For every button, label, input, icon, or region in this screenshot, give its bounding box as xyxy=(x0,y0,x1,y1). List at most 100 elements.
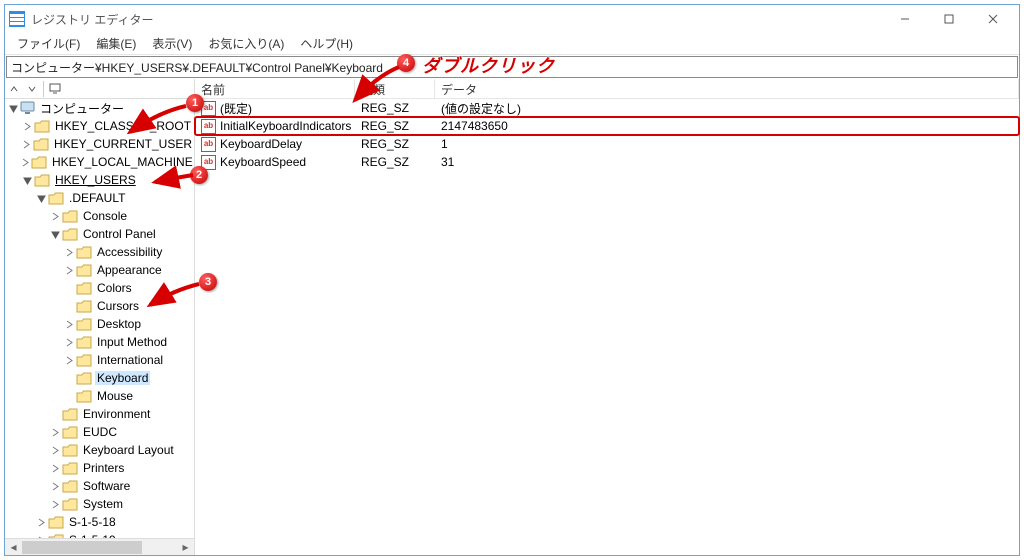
chevron-right-icon[interactable] xyxy=(49,210,61,222)
menu-view[interactable]: 表示(V) xyxy=(144,33,200,54)
tree-item-accessibility[interactable]: Accessibility xyxy=(61,243,194,261)
menu-edit[interactable]: 編集(E) xyxy=(88,33,144,54)
chevron-right-icon[interactable] xyxy=(21,156,30,168)
chevron-right-icon[interactable] xyxy=(63,264,75,276)
annotation-arrow-4 xyxy=(349,64,404,106)
string-value-icon: ab xyxy=(201,119,216,134)
tree-item-keyboard[interactable]: Keyboard xyxy=(61,369,194,387)
chevron-right-icon[interactable] xyxy=(49,498,61,510)
annotation-arrow-1 xyxy=(124,104,194,144)
tree-label: Mouse xyxy=(95,389,135,403)
folder-icon xyxy=(62,426,78,439)
tree-item-input-method[interactable]: Input Method xyxy=(61,333,194,351)
list-header: 名前 種類 データ xyxy=(195,79,1019,99)
string-value-icon: ab xyxy=(201,137,216,152)
tree-label: .DEFAULT xyxy=(67,191,127,205)
tree-label: Accessibility xyxy=(95,245,164,259)
folder-icon xyxy=(76,390,92,403)
chevron-right-icon[interactable] xyxy=(63,318,75,330)
chevron-right-icon[interactable] xyxy=(35,534,47,538)
chevron-down-icon[interactable] xyxy=(7,102,19,114)
computer-icon xyxy=(20,101,35,115)
chevron-down-icon[interactable] xyxy=(21,174,33,186)
tree-label: Input Method xyxy=(95,335,169,349)
tree-item-eudc[interactable]: EUDC xyxy=(47,423,194,441)
tree-scrollbar-x[interactable]: ◂ ▸ xyxy=(5,538,194,555)
tree-label: Desktop xyxy=(95,317,143,331)
chevron-right-icon[interactable] xyxy=(49,444,61,456)
value-data: 31 xyxy=(435,155,1019,169)
minimize-button[interactable] xyxy=(883,5,927,33)
list-row[interactable]: abInitialKeyboardIndicatorsREG_SZ2147483… xyxy=(195,117,1019,135)
collapse-all-icon[interactable] xyxy=(5,80,23,98)
folder-icon xyxy=(76,372,92,385)
folder-icon xyxy=(34,120,50,133)
folder-icon xyxy=(62,210,78,223)
tree-label: EUDC xyxy=(81,425,119,439)
titlebar: レジストリ エディター xyxy=(5,5,1019,33)
chevron-right-icon[interactable] xyxy=(63,246,75,258)
list-row[interactable]: ab(既定)REG_SZ(値の設定なし) xyxy=(195,99,1019,117)
chevron-down-icon[interactable] xyxy=(49,228,61,240)
folder-icon xyxy=(48,534,64,539)
chevron-right-icon[interactable] xyxy=(35,516,47,528)
annotation-text: ダブルクリック xyxy=(422,52,555,78)
chevron-down-icon[interactable] xyxy=(35,192,47,204)
expand-all-icon[interactable] xyxy=(23,80,41,98)
value-data: 1 xyxy=(435,137,1019,151)
menu-help[interactable]: ヘルプ(H) xyxy=(292,33,361,54)
list-row[interactable]: abKeyboardSpeedREG_SZ31 xyxy=(195,153,1019,171)
value-type: REG_SZ xyxy=(355,137,435,151)
value-name: InitialKeyboardIndicators xyxy=(220,119,351,133)
list-row[interactable]: abKeyboardDelayREG_SZ1 xyxy=(195,135,1019,153)
folder-icon xyxy=(62,228,78,241)
column-data[interactable]: データ xyxy=(435,79,1019,98)
menu-file[interactable]: ファイル(F) xyxy=(9,33,88,54)
folder-icon xyxy=(76,336,92,349)
chevron-right-icon[interactable] xyxy=(49,462,61,474)
folder-icon xyxy=(76,264,92,277)
tree-label: System xyxy=(81,497,125,511)
tree-item-printers[interactable]: Printers xyxy=(47,459,194,477)
value-type: REG_SZ xyxy=(355,119,435,133)
tree-item-hklm[interactable]: HKEY_LOCAL_MACHINE xyxy=(19,153,194,171)
folder-icon xyxy=(31,156,47,169)
tree-item-environment[interactable]: Environment xyxy=(47,405,194,423)
scroll-right-icon[interactable]: ▸ xyxy=(177,539,194,556)
column-name[interactable]: 名前 xyxy=(195,79,355,98)
chevron-right-icon[interactable] xyxy=(49,480,61,492)
tree-item-console[interactable]: Console xyxy=(47,207,194,225)
close-button[interactable] xyxy=(971,5,1015,33)
tree-item-control-panel[interactable]: Control Panel xyxy=(47,225,194,243)
chevron-right-icon[interactable] xyxy=(63,336,75,348)
pc-icon[interactable] xyxy=(46,80,64,98)
string-value-icon: ab xyxy=(201,101,216,116)
folder-icon xyxy=(48,192,64,205)
tree-item-international[interactable]: International xyxy=(61,351,194,369)
value-data: (値の設定なし) xyxy=(435,100,1019,117)
menu-favorites[interactable]: お気に入り(A) xyxy=(200,33,292,54)
chevron-right-icon[interactable] xyxy=(21,120,33,132)
tree-label: HKEY_USERS xyxy=(53,173,138,187)
folder-icon xyxy=(48,516,64,529)
tree-item-keyboard-layout[interactable]: Keyboard Layout xyxy=(47,441,194,459)
tree-label: S-1-5-19 xyxy=(67,533,118,538)
tree-item-software[interactable]: Software xyxy=(47,477,194,495)
annotation-arrow-2 xyxy=(149,172,197,190)
tree-item-system[interactable]: System xyxy=(47,495,194,513)
folder-icon xyxy=(34,174,50,187)
folder-icon xyxy=(62,480,78,493)
tree-item-mouse[interactable]: Mouse xyxy=(61,387,194,405)
tree-item-s-1-5-18[interactable]: S-1-5-18 xyxy=(33,513,194,531)
tree-item-s-1-5-19[interactable]: S-1-5-19 xyxy=(33,531,194,538)
chevron-right-icon[interactable] xyxy=(63,354,75,366)
maximize-button[interactable] xyxy=(927,5,971,33)
chevron-right-icon[interactable] xyxy=(49,426,61,438)
chevron-right-icon[interactable] xyxy=(21,138,32,150)
folder-icon xyxy=(76,354,92,367)
tree-item-desktop[interactable]: Desktop xyxy=(61,315,194,333)
tree-item-appearance[interactable]: Appearance xyxy=(61,261,194,279)
tree-item-default[interactable]: .DEFAULT xyxy=(33,189,194,207)
tree-label: Colors xyxy=(95,281,134,295)
scroll-left-icon[interactable]: ◂ xyxy=(5,539,22,556)
